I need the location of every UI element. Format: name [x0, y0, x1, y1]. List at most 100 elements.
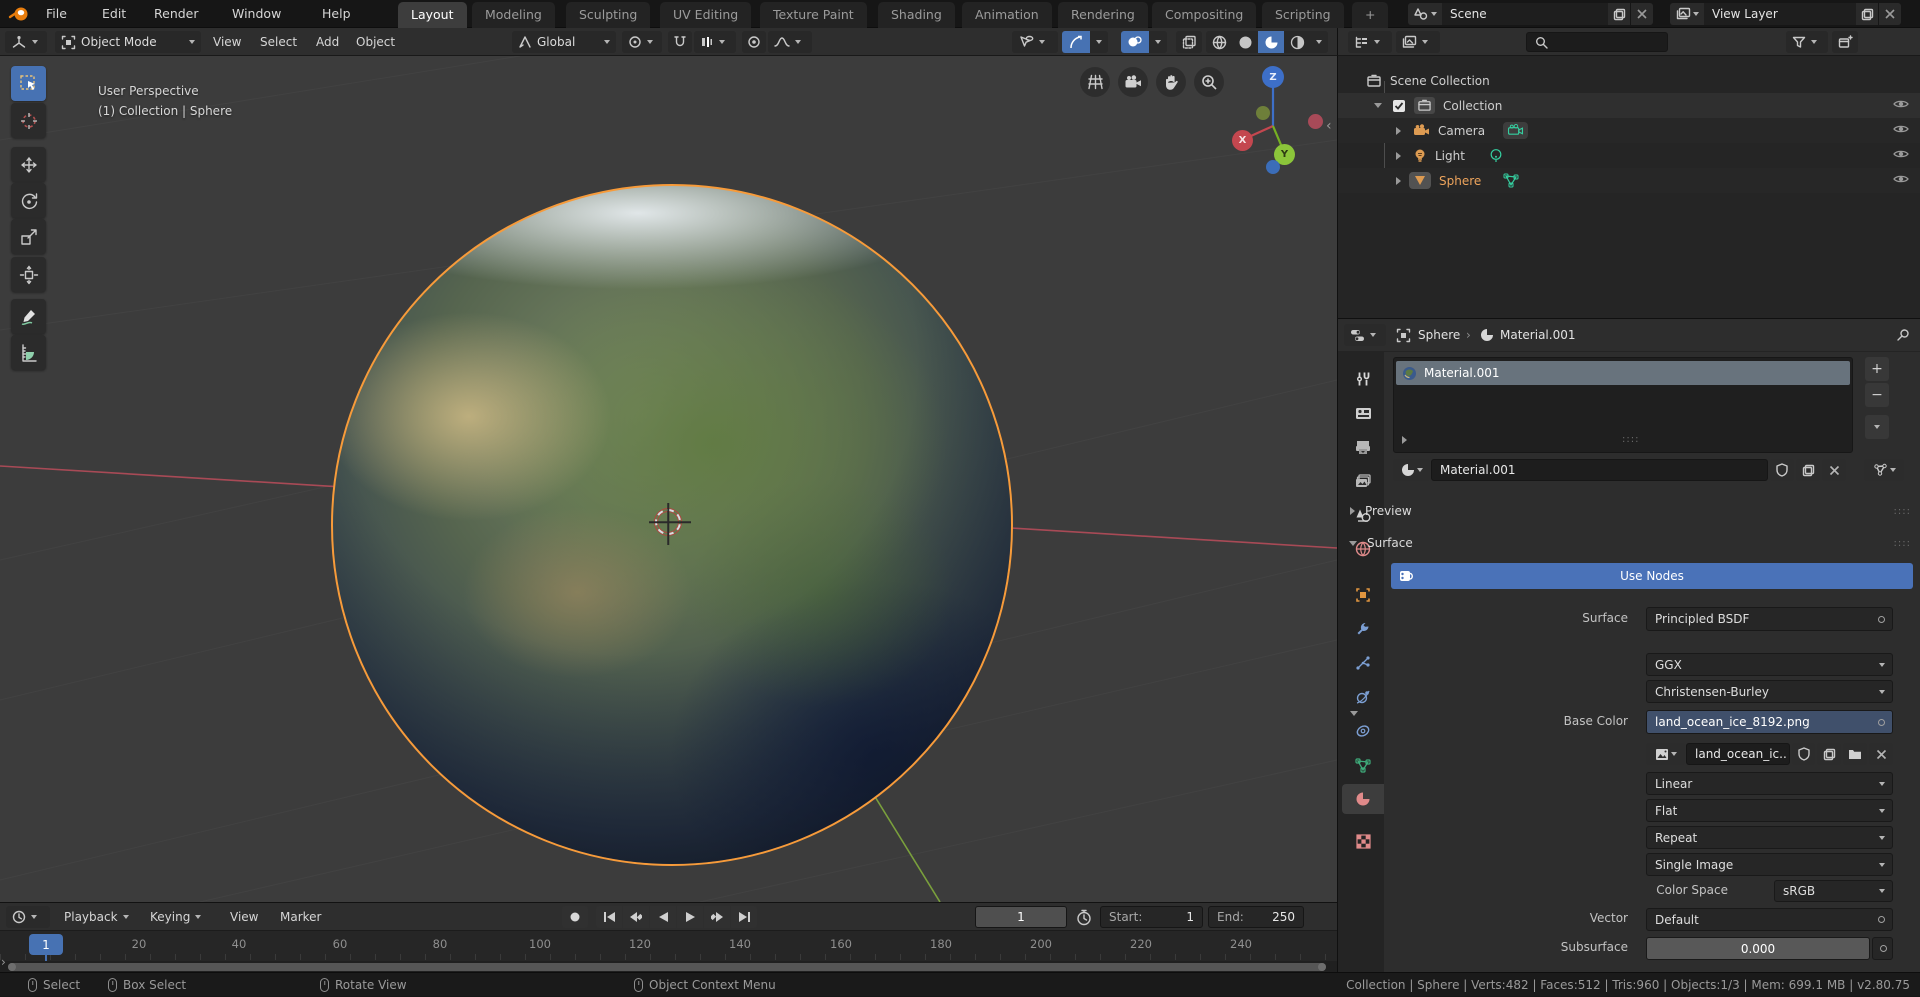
tool-scale[interactable]: [11, 219, 46, 254]
disclosure-triangle[interactable]: [1396, 127, 1401, 135]
tool-select-box[interactable]: [11, 66, 46, 101]
gizmos-dropdown[interactable]: [1090, 31, 1108, 53]
image-open-button[interactable]: [1843, 743, 1867, 765]
outliner-row-light[interactable]: Light: [1338, 143, 1920, 168]
gizmo-z-neg[interactable]: [1266, 160, 1280, 174]
transform-orientation-dropdown[interactable]: Global: [512, 31, 616, 53]
interpolation-dropdown[interactable]: Linear: [1646, 772, 1893, 795]
tab-texture-paint[interactable]: Texture Paint: [760, 2, 867, 28]
tab-object-data[interactable]: [1342, 750, 1384, 780]
menu-help[interactable]: Help: [312, 0, 361, 28]
menu-edit[interactable]: Edit: [92, 0, 136, 28]
shading-material-preview-button[interactable]: [1258, 31, 1284, 53]
pin-icon[interactable]: [1896, 328, 1910, 342]
tool-move[interactable]: [11, 147, 46, 182]
breadcrumb-material[interactable]: Material.001: [1500, 328, 1575, 342]
gizmo-x-neg[interactable]: [1308, 114, 1323, 129]
sidebar-collapse-arrow[interactable]: ‹: [1326, 118, 1332, 134]
shading-rendered-button[interactable]: [1284, 31, 1310, 53]
material-slot-menu-button[interactable]: [1865, 415, 1889, 439]
shading-dropdown[interactable]: [1310, 31, 1328, 53]
overlays-dropdown[interactable]: [1149, 31, 1167, 53]
tab-compositing[interactable]: Compositing: [1152, 2, 1256, 28]
camera-data-icon[interactable]: [1503, 122, 1528, 139]
timeline-expand-arrow[interactable]: ›: [1, 955, 6, 969]
record-button[interactable]: [562, 906, 588, 928]
current-frame-badge[interactable]: 1: [29, 934, 63, 955]
menu-file[interactable]: File: [36, 0, 77, 28]
editor-type-button[interactable]: [5, 31, 47, 53]
viewport-3d[interactable]: User Perspective (1) Collection | Sphere…: [0, 56, 1337, 902]
subsurface-slider[interactable]: 0.000: [1646, 937, 1870, 960]
menu-select[interactable]: Select: [252, 28, 305, 56]
material-nodes-button[interactable]: [1864, 459, 1904, 481]
scene-name-field[interactable]: Scene: [1442, 3, 1608, 25]
new-collection-button[interactable]: [1832, 31, 1858, 53]
disclosure-triangle[interactable]: [1396, 177, 1401, 185]
hide-eye-icon[interactable]: [1893, 98, 1909, 110]
surface-shader-field[interactable]: Principled BSDF: [1646, 607, 1893, 631]
subsurface-method-dropdown[interactable]: Christensen-Burley: [1646, 680, 1893, 703]
outliner-row-sphere[interactable]: Sphere: [1338, 168, 1920, 193]
preview-section-header[interactable]: Preview ::::: [1338, 499, 1920, 523]
menu-marker[interactable]: Marker: [272, 903, 329, 931]
snap-toggle-button[interactable]: [668, 31, 692, 53]
image-fake-user-button[interactable]: [1792, 743, 1815, 765]
current-frame-field[interactable]: 1: [975, 906, 1067, 928]
unlink-material-button[interactable]: [1822, 459, 1846, 481]
add-material-slot-button[interactable]: +: [1865, 357, 1889, 381]
scene-unlink-button[interactable]: [1631, 3, 1653, 25]
breadcrumb-object[interactable]: Sphere: [1418, 328, 1460, 342]
pivot-point-dropdown[interactable]: [622, 31, 662, 53]
proportional-editing-button[interactable]: [742, 31, 766, 53]
remove-material-slot-button[interactable]: −: [1865, 383, 1889, 407]
distribution-dropdown[interactable]: GGX: [1646, 653, 1893, 676]
shading-solid-button[interactable]: [1232, 31, 1258, 53]
base-color-field[interactable]: land_ocean_ice_8192.png: [1646, 710, 1893, 734]
use-nodes-button[interactable]: Use Nodes: [1391, 563, 1913, 589]
tab-output[interactable]: [1342, 432, 1384, 462]
scene-new-button[interactable]: [1608, 3, 1630, 25]
checkbox-checked[interactable]: [1392, 99, 1406, 113]
hide-eye-icon[interactable]: [1893, 123, 1909, 135]
tab-shading[interactable]: Shading: [878, 2, 955, 28]
tool-cursor[interactable]: [11, 103, 46, 138]
view-layer-remove-button[interactable]: [1879, 3, 1901, 25]
frame-end-field[interactable]: End:250: [1208, 906, 1304, 928]
tool-measure[interactable]: [11, 335, 46, 370]
snap-settings-dropdown[interactable]: [694, 31, 736, 53]
source-dropdown[interactable]: Single Image: [1646, 853, 1893, 876]
xray-toggle[interactable]: [1176, 31, 1202, 53]
pan-view-button[interactable]: [1156, 67, 1186, 97]
tab-render[interactable]: [1342, 398, 1384, 428]
navigation-gizmo[interactable]: Z X Y: [1232, 64, 1328, 174]
gizmo-z-axis[interactable]: Z: [1262, 66, 1284, 88]
view-layer-browse-button[interactable]: [1670, 3, 1704, 25]
tab-tool[interactable]: [1342, 364, 1384, 394]
menu-add[interactable]: Add: [308, 28, 347, 56]
tab-sculpting[interactable]: Sculpting: [566, 2, 650, 28]
scene-browse-button[interactable]: [1408, 3, 1442, 25]
tab-modifiers[interactable]: [1342, 614, 1384, 644]
timeline-ruler[interactable]: 1 20 40 60 80 100 120 140 160 180 200 22…: [0, 931, 1337, 961]
outliner-filter-type-dropdown[interactable]: [1396, 31, 1440, 53]
properties-editor-type-button[interactable]: [1344, 324, 1386, 346]
tab-layout[interactable]: Layout: [398, 2, 467, 28]
gizmos-toggle[interactable]: [1062, 31, 1090, 53]
outliner-filter-dropdown[interactable]: [1786, 31, 1828, 53]
overlays-toggle[interactable]: [1121, 31, 1149, 53]
tab-modeling[interactable]: Modeling: [472, 2, 555, 28]
tab-add-workspace[interactable]: +: [1352, 2, 1388, 28]
tool-annotate[interactable]: [11, 299, 46, 334]
menu-playback[interactable]: Playback: [56, 903, 137, 931]
material-slot-row[interactable]: Material.001: [1396, 361, 1850, 385]
timeline-editor-type-button[interactable]: [6, 906, 50, 928]
disclosure-triangle[interactable]: [1396, 152, 1401, 160]
menu-keying[interactable]: Keying: [142, 903, 209, 931]
outliner-search[interactable]: [1526, 32, 1668, 52]
previous-keyframe-button[interactable]: [623, 906, 649, 928]
tool-rotate[interactable]: [11, 183, 46, 218]
play-button[interactable]: [677, 906, 703, 928]
tab-view-layer[interactable]: [1342, 466, 1384, 496]
tab-material[interactable]: [1342, 784, 1384, 814]
